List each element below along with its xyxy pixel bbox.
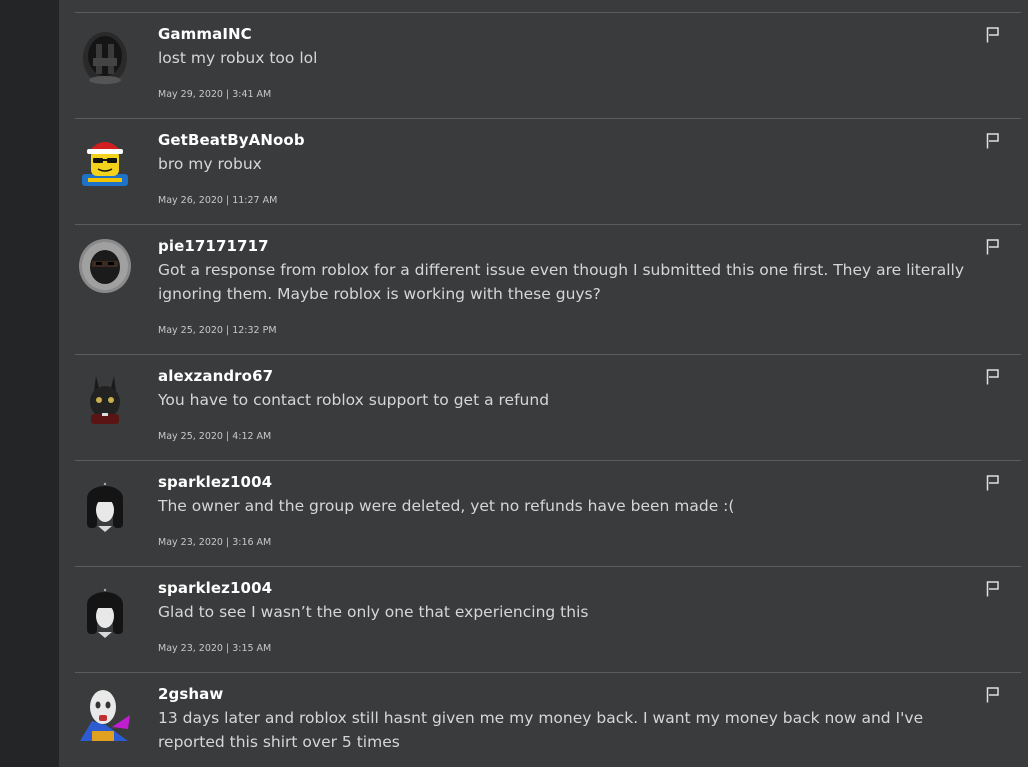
divider — [75, 118, 1021, 119]
flag-icon[interactable] — [986, 239, 1000, 255]
avatar-long-black-hair-icon[interactable] — [76, 476, 134, 534]
flag-icon[interactable] — [986, 475, 1000, 491]
divider — [75, 566, 1021, 567]
comment-text: The owner and the group were deleted, ye… — [158, 497, 735, 515]
comment-item: GetBeatByANoob bro my robux May 26, 2020… — [59, 106, 1028, 224]
left-rail — [0, 0, 59, 767]
divider — [75, 354, 1021, 355]
divider — [75, 12, 1021, 13]
divider — [75, 672, 1021, 673]
comment-username[interactable]: 2gshaw — [158, 685, 223, 703]
comment-date: May 23, 2020 | 3:16 AM — [158, 537, 272, 548]
comment-username[interactable]: GammaINC — [158, 25, 252, 43]
comment-date: May 29, 2020 | 3:41 AM — [158, 89, 272, 100]
comment-date: May 23, 2020 | 3:15 AM — [158, 643, 272, 654]
avatar-black-helmet-icon[interactable] — [76, 28, 134, 86]
avatar-long-black-hair-icon[interactable] — [76, 582, 134, 640]
comment-text: You have to contact roblox support to ge… — [158, 391, 550, 409]
comment-list: GammaINC lost my robux too lol May 29, 2… — [59, 0, 1028, 767]
flag-icon[interactable] — [986, 27, 1000, 43]
comment-text: Got a response from roblox for a differe… — [158, 261, 964, 303]
comment-text: bro my robux — [158, 155, 262, 173]
comment-item: 2gshaw 13 days later and roblox still ha… — [59, 660, 1028, 767]
comment-username[interactable]: GetBeatByANoob — [158, 131, 305, 149]
divider — [75, 460, 1021, 461]
avatar-pale-mask-icon[interactable] — [76, 685, 134, 743]
comment-item: sparklez1004 The owner and the group wer… — [59, 448, 1028, 566]
flag-icon[interactable] — [986, 581, 1000, 597]
comment-text: 13 days later and roblox still hasnt giv… — [158, 709, 924, 751]
flag-icon[interactable] — [986, 369, 1000, 385]
divider — [75, 224, 1021, 225]
comment-item: pie17171717 Got a response from roblox f… — [59, 212, 1028, 354]
flag-icon[interactable] — [986, 133, 1000, 149]
comment-date: May 25, 2020 | 12:32 PM — [158, 325, 277, 336]
comment-item: sparklez1004 Glad to see I wasn’t the on… — [59, 554, 1028, 672]
comment-username[interactable]: alexzandro67 — [158, 367, 273, 385]
comment-username[interactable]: pie17171717 — [158, 237, 269, 255]
comment-date: May 25, 2020 | 4:12 AM — [158, 431, 272, 442]
comment-date: May 26, 2020 | 11:27 AM — [158, 195, 278, 206]
avatar-bunny-ears-icon[interactable] — [76, 370, 134, 428]
comment-username[interactable]: sparklez1004 — [158, 579, 272, 597]
comment-item: GammaINC lost my robux too lol May 29, 2… — [59, 0, 1028, 118]
comment-text: Glad to see I wasn’t the only one that e… — [158, 603, 589, 621]
avatar-fur-hood-icon[interactable] — [76, 237, 134, 295]
flag-icon[interactable] — [986, 687, 1000, 703]
avatar-santa-sunglasses-icon[interactable] — [76, 134, 134, 192]
comment-username[interactable]: sparklez1004 — [158, 473, 272, 491]
comment-text: lost my robux too lol — [158, 49, 318, 67]
comment-item: alexzandro67 You have to contact roblox … — [59, 342, 1028, 460]
